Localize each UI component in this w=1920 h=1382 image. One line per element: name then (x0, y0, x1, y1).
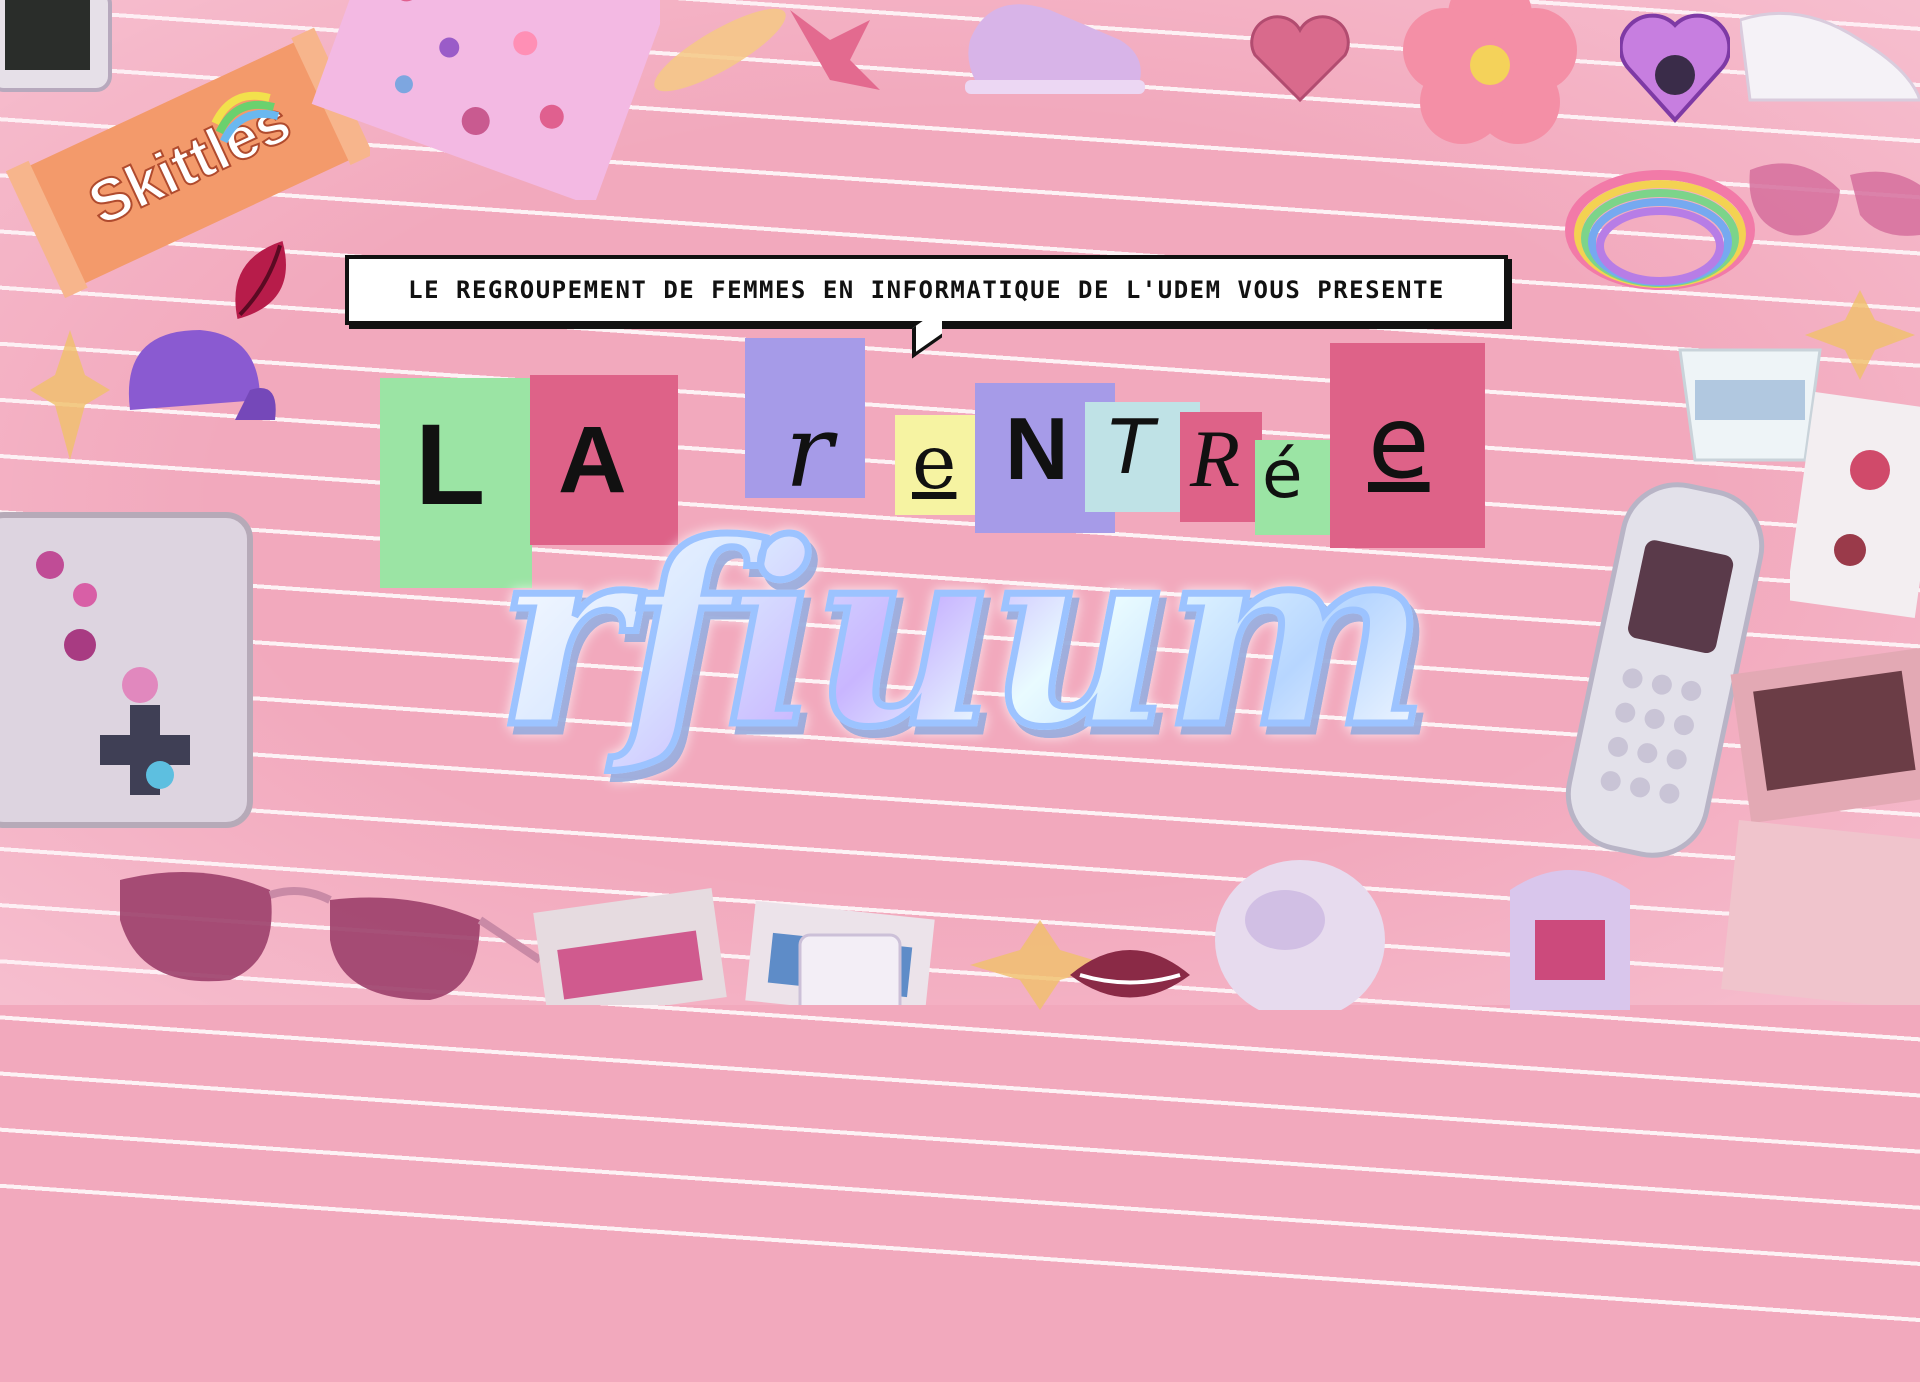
bracelet-icon (1565, 170, 1755, 290)
card-icon (1790, 391, 1920, 619)
tub-icon (798, 933, 902, 1005)
star-charm-icon (30, 330, 110, 460)
script-title-text: rfiuum (493, 485, 1432, 786)
lips-icon (1070, 950, 1190, 998)
sunglasses-icon (120, 872, 540, 1000)
script-title: rfiuum (493, 470, 1432, 800)
shoe-icon (1740, 11, 1920, 102)
slime-icon (1215, 860, 1385, 1010)
sneaker-icon (965, 4, 1145, 94)
sticker-book-icon (0, 512, 253, 828)
hair-clip-icon (654, 8, 880, 92)
tamagotchi-icon (1510, 870, 1630, 1010)
compact-mirror-icon (1620, 13, 1730, 123)
sticker-sheet-icon (311, 0, 660, 200)
cap-icon (128, 330, 276, 420)
title-letter-L: L (415, 401, 486, 529)
speech-bubble: LE REGROUPEMENT DE FEMMES EN INFORMATIQU… (345, 255, 1508, 325)
makeup-palette-icon (1721, 646, 1920, 1005)
presenter-subtitle: LE REGROUPEMENT DE FEMMES EN INFORMATIQU… (408, 276, 1445, 304)
flower-icon (1403, 0, 1577, 144)
heart-icon (1250, 15, 1350, 103)
